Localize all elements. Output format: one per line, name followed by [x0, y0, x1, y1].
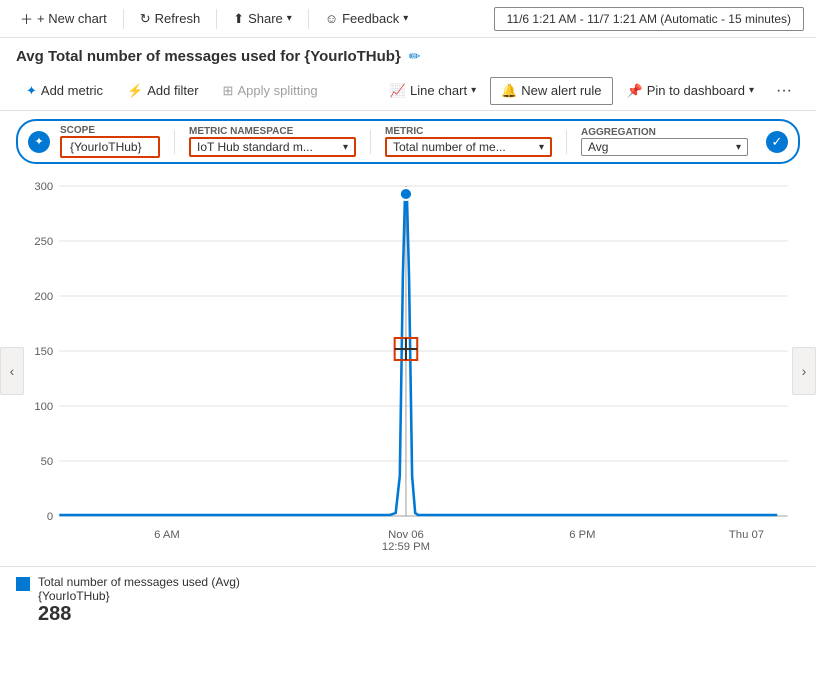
svg-text:Thu 07: Thu 07	[729, 529, 764, 541]
refresh-button[interactable]: ↻ Refresh	[132, 7, 208, 31]
add-filter-button[interactable]: ⚡ Add filter	[117, 78, 209, 104]
share-button[interactable]: ⬆ Share ▾	[225, 7, 300, 31]
legend-color-swatch	[16, 577, 30, 591]
title-resource: {YourIoTHub}	[304, 48, 400, 65]
split-icon: ⊞	[223, 83, 234, 99]
feedback-button[interactable]: ☺ Feedback ▾	[317, 7, 416, 30]
new-chart-button[interactable]: ＋ + New chart	[12, 5, 115, 32]
metric-pill: ✦ SCOPE {YourIoTHub} METRIC NAMESPACE Io…	[16, 119, 800, 164]
aggregation-chevron-icon: ▾	[736, 142, 741, 153]
svg-text:6 PM: 6 PM	[569, 529, 595, 541]
chart-next-button[interactable]: ›	[792, 347, 816, 395]
time-range-button[interactable]: 11/6 1:21 AM - 11/7 1:21 AM (Automatic -…	[494, 7, 804, 31]
refresh-icon: ↻	[140, 11, 151, 27]
scope-label: SCOPE	[60, 125, 160, 136]
filter-icon: ⚡	[127, 83, 143, 99]
namespace-chevron-icon: ▾	[343, 142, 348, 153]
edit-title-icon[interactable]: ✏	[409, 48, 421, 65]
legend-sublabel: {YourIoTHub}	[38, 589, 240, 603]
chart-area: ‹ 300 250 200 150 100 50 0 6 AM Nov 06 1…	[0, 176, 816, 566]
refresh-label: Refresh	[155, 11, 201, 26]
divider-2	[216, 9, 217, 29]
action-toolbar-left: ✦ Add metric ⚡ Add filter ⊞ Apply splitt…	[16, 78, 328, 104]
feedback-icon: ☺	[325, 11, 338, 26]
namespace-field: METRIC NAMESPACE IoT Hub standard m... ▾	[185, 126, 360, 157]
pin-dashboard-label: Pin to dashboard	[647, 83, 745, 98]
pin-icon: 📌	[627, 83, 643, 99]
chart-legend: Total number of messages used (Avg) {You…	[0, 566, 816, 634]
metric-field: METRIC Total number of me... ▾	[381, 126, 556, 157]
line-chart-svg: 300 250 200 150 100 50 0 6 AM Nov 06 12:…	[8, 176, 808, 566]
svg-text:Nov 06: Nov 06	[388, 529, 424, 541]
alert-icon: 🔔	[501, 83, 517, 99]
svg-text:150: 150	[34, 346, 53, 358]
add-filter-label: Add filter	[147, 83, 198, 98]
add-metric-label: Add metric	[41, 83, 103, 98]
svg-text:250: 250	[34, 236, 53, 248]
share-chevron-icon: ▾	[287, 13, 292, 24]
chart-wrapper: 300 250 200 150 100 50 0 6 AM Nov 06 12:…	[8, 176, 808, 566]
metric-row: ✦ SCOPE {YourIoTHub} METRIC NAMESPACE Io…	[0, 111, 816, 172]
feedback-label: Feedback	[342, 11, 399, 26]
metric-circle-icon: ✦	[28, 131, 50, 153]
title-prefix: Avg Total number of messages used for	[16, 48, 300, 65]
svg-text:200: 200	[34, 291, 53, 303]
share-label: Share	[248, 11, 283, 26]
svg-text:300: 300	[34, 181, 53, 193]
line-chart-button[interactable]: 📈 Line chart ▾	[380, 78, 486, 104]
plus-icon: ＋	[20, 9, 33, 28]
svg-text:50: 50	[41, 456, 54, 468]
pin-dashboard-button[interactable]: 📌 Pin to dashboard ▾	[617, 78, 765, 104]
metric-dropdown[interactable]: Total number of me... ▾	[385, 137, 552, 157]
action-toolbar: ✦ Add metric ⚡ Add filter ⊞ Apply splitt…	[0, 71, 816, 111]
action-toolbar-right: 📈 Line chart ▾ 🔔 New alert rule 📌 Pin to…	[380, 77, 800, 105]
svg-text:12:59 PM: 12:59 PM	[382, 541, 430, 553]
separator-1	[174, 130, 175, 154]
feedback-chevron-icon: ▾	[403, 13, 408, 24]
svg-text:0: 0	[47, 511, 53, 523]
toolbar-left: ＋ + New chart ↻ Refresh ⬆ Share ▾ ☺ Feed…	[12, 5, 416, 32]
new-alert-rule-label: New alert rule	[521, 83, 601, 98]
apply-splitting-label: Apply splitting	[237, 83, 317, 98]
scope-field: SCOPE {YourIoTHub}	[56, 125, 164, 158]
separator-2	[370, 130, 371, 154]
more-options-button[interactable]: ···	[768, 77, 800, 105]
aggregation-field: AGGREGATION Avg ▾	[577, 127, 752, 156]
more-icon: ···	[776, 82, 792, 99]
page-title: Avg Total number of messages used for {Y…	[16, 48, 401, 65]
legend-value: 288	[38, 603, 240, 626]
time-range-label: 11/6 1:21 AM - 11/7 1:21 AM (Automatic -…	[507, 12, 791, 26]
line-chart-chevron-icon: ▾	[471, 85, 476, 96]
add-metric-button[interactable]: ✦ Add metric	[16, 78, 113, 104]
svg-text:6 AM: 6 AM	[154, 529, 180, 541]
top-toolbar: ＋ + New chart ↻ Refresh ⬆ Share ▾ ☺ Feed…	[0, 0, 816, 38]
scope-value[interactable]: {YourIoTHub}	[60, 136, 160, 158]
divider-3	[308, 9, 309, 29]
title-bar: Avg Total number of messages used for {Y…	[0, 38, 816, 71]
svg-text:100: 100	[34, 401, 53, 413]
line-chart-label: Line chart	[410, 83, 467, 98]
pin-chevron-icon: ▾	[749, 85, 754, 96]
namespace-label: METRIC NAMESPACE	[189, 126, 356, 137]
new-alert-rule-button[interactable]: 🔔 New alert rule	[490, 77, 612, 105]
legend-info: Total number of messages used (Avg) {You…	[38, 575, 240, 626]
legend-label: Total number of messages used (Avg)	[38, 575, 240, 589]
add-metric-icon: ✦	[26, 83, 37, 99]
aggregation-dropdown[interactable]: Avg ▾	[581, 138, 748, 156]
metric-label: METRIC	[385, 126, 552, 137]
line-chart-icon: 📈	[390, 83, 406, 99]
metric-chevron-icon: ▾	[539, 142, 544, 153]
separator-3	[566, 130, 567, 154]
namespace-dropdown[interactable]: IoT Hub standard m... ▾	[189, 137, 356, 157]
divider-1	[123, 9, 124, 29]
confirm-metric-icon[interactable]: ✓	[766, 131, 788, 153]
new-chart-label: + New chart	[37, 11, 107, 26]
aggregation-label: AGGREGATION	[581, 127, 748, 138]
share-icon: ⬆	[233, 11, 244, 27]
apply-splitting-button[interactable]: ⊞ Apply splitting	[213, 78, 328, 104]
